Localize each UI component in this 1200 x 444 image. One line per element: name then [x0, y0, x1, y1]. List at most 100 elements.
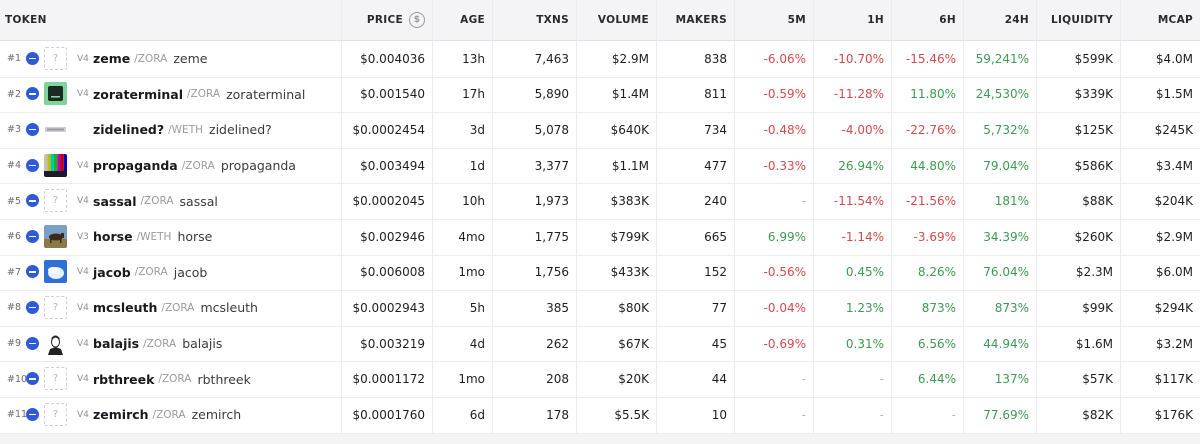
table-row[interactable]: #9 V4 balajis/ZORA balajis $0.003219 4d 262 $67…: [0, 325, 1200, 363]
liquidity-cell: $2.3M: [1036, 254, 1120, 291]
token-fullname: zoraterminal: [226, 86, 306, 102]
header-volume[interactable]: VOLUME: [576, 0, 656, 40]
h1-cell: -: [813, 397, 891, 433]
price-value: $0.003219: [360, 336, 425, 351]
price-value: $0.006008: [360, 265, 425, 280]
table-row[interactable]: #10? V4 rbthreek/ZORA rbthreek $0.0001172 1mo…: [0, 361, 1200, 398]
price-value: $0.0002454: [352, 122, 425, 137]
token-cell: #5? V4 sassal/ZORA sassal: [0, 183, 341, 219]
mcap-cell: $6.0M: [1120, 254, 1200, 291]
table-row[interactable]: #3 zidelined?/WETH zidelined? $0.0002454 3d 5…: [0, 112, 1200, 149]
token-pair: /ZORA: [181, 159, 215, 172]
chain-icon: [26, 300, 39, 314]
token-name[interactable]: mcsleuth/ZORA mcsleuth: [93, 300, 258, 315]
mcap-cell: $3.4M: [1120, 147, 1200, 184]
header-mcap[interactable]: MCAP: [1120, 0, 1200, 40]
makers-value: 665: [704, 229, 727, 244]
token-name[interactable]: rbthreek/ZORA rbthreek: [93, 372, 251, 387]
m5-cell: -0.48%: [734, 112, 813, 148]
age-cell: 17h: [432, 76, 492, 113]
token-name[interactable]: zidelined?/WETH zidelined?: [93, 122, 272, 137]
token-name[interactable]: sassal/ZORA sassal: [93, 194, 218, 209]
m5-value: -0.69%: [763, 336, 806, 351]
token-fullname: horse: [177, 229, 213, 245]
version-badge: V4: [77, 409, 89, 420]
volume-cell: $20K: [576, 361, 656, 397]
table-row[interactable]: #6 V3 horse/WETH horse $0.002946 4mo 1,775 $799…: [0, 219, 1200, 256]
h1-value: -: [879, 372, 884, 387]
token-symbol: mcsleuth: [93, 300, 158, 316]
makers-cell: 838: [656, 41, 734, 77]
version-badge: V4: [77, 338, 89, 349]
txns-value: 5,078: [534, 122, 569, 137]
makers-cell: 44: [656, 361, 734, 397]
header-24h[interactable]: 24H: [963, 0, 1036, 40]
header-age[interactable]: AGE: [432, 0, 492, 40]
header-token[interactable]: TOKEN: [0, 0, 341, 40]
token-name[interactable]: zeme/ZORA zeme: [93, 51, 207, 66]
h24-cell: 5,732%: [963, 112, 1036, 148]
token-symbol: sassal: [93, 193, 137, 209]
table-row[interactable]: #11? V4 zemirch/ZORA zemirch $0.0001760 6d 178…: [0, 397, 1200, 434]
table-row[interactable]: #5? V4 sassal/ZORA sassal $0.0002045 10h 1,973…: [0, 183, 1200, 220]
token-cell: #7 V4 jacob/ZORA jacob: [0, 255, 341, 291]
version-badge: V4: [77, 196, 89, 207]
version-badge: V4: [77, 302, 89, 313]
age-value: 17h: [462, 87, 485, 102]
chain-icon: [26, 336, 39, 350]
makers-value: 811: [704, 87, 727, 102]
h1-cell: -1.14%: [813, 219, 891, 255]
table-row[interactable]: #7 V4 jacob/ZORA jacob $0.006008 1mo 1,756 $433…: [0, 254, 1200, 292]
header-6h[interactable]: 6H: [891, 0, 963, 40]
header-txns[interactable]: TXNS: [492, 0, 576, 40]
version-badge: V4: [77, 89, 89, 100]
header-volume-label: VOLUME: [597, 14, 649, 26]
h24-value: 5,732%: [983, 122, 1029, 137]
header-5m[interactable]: 5M: [734, 0, 813, 40]
m5-cell: -0.69%: [734, 325, 813, 362]
chain-icon: [26, 51, 39, 65]
rank-label: #5: [7, 195, 22, 207]
header-1h[interactable]: 1H: [813, 0, 891, 40]
token-name[interactable]: balajis/ZORA balajis: [93, 336, 222, 351]
h1-value: 1.23%: [845, 300, 884, 315]
table-row[interactable]: #8? V4 mcsleuth/ZORA mcsleuth $0.0002943 5h 38…: [0, 290, 1200, 327]
txns-value: 1,973: [534, 194, 569, 209]
rank-label: #8: [7, 302, 22, 314]
chain-icon: [26, 229, 39, 243]
token-symbol: rbthreek: [93, 371, 155, 387]
volume-value: $67K: [618, 336, 649, 351]
table-row[interactable]: #1? V4 zeme/ZORA zeme $0.004036 13h 7,463 $2.9M…: [0, 41, 1200, 78]
mcap-cell: $204K: [1120, 183, 1200, 219]
token-name[interactable]: zemirch/ZORA zemirch: [93, 407, 241, 422]
header-liquidity[interactable]: LIQUIDITY: [1036, 0, 1120, 40]
makers-value: 152: [704, 265, 727, 280]
header-makers[interactable]: MAKERS: [656, 0, 734, 40]
token-name[interactable]: zoraterminal/ZORA zoraterminal: [93, 87, 305, 102]
liquidity-cell: $57K: [1036, 361, 1120, 397]
chain-icon: [26, 194, 39, 208]
h24-value: 79.04%: [983, 158, 1029, 173]
version-badge: V4: [77, 374, 89, 385]
txns-value: 385: [546, 300, 569, 315]
m5-cell: -0.56%: [734, 254, 813, 291]
h1-value: -1.14%: [841, 229, 884, 244]
h24-value: 181%: [994, 194, 1029, 209]
token-name[interactable]: propaganda/ZORA propaganda: [93, 158, 296, 173]
h24-cell: 59,241%: [963, 41, 1036, 77]
table-row[interactable]: #2 V4 zoraterminal/ZORA zoraterminal $0.0015…: [0, 76, 1200, 114]
volume-cell: $640K: [576, 112, 656, 148]
age-cell: 3d: [432, 112, 492, 148]
header-price[interactable]: PRICE $: [341, 0, 432, 40]
mcap-cell: $117K: [1120, 361, 1200, 397]
token-name[interactable]: jacob/ZORA jacob: [93, 265, 207, 280]
token-fullname: balajis: [182, 336, 223, 352]
txns-value: 178: [546, 407, 569, 422]
m5-cell: -0.04%: [734, 290, 813, 326]
age-cell: 4mo: [432, 219, 492, 255]
rank-label: #3: [7, 124, 22, 136]
txns-value: 3,377: [534, 158, 569, 173]
token-name[interactable]: horse/WETH horse: [93, 229, 212, 244]
table-row[interactable]: #4 V4 propaganda/ZORA propaganda $0.003494 1d…: [0, 147, 1200, 185]
txns-cell: 385: [492, 290, 576, 326]
